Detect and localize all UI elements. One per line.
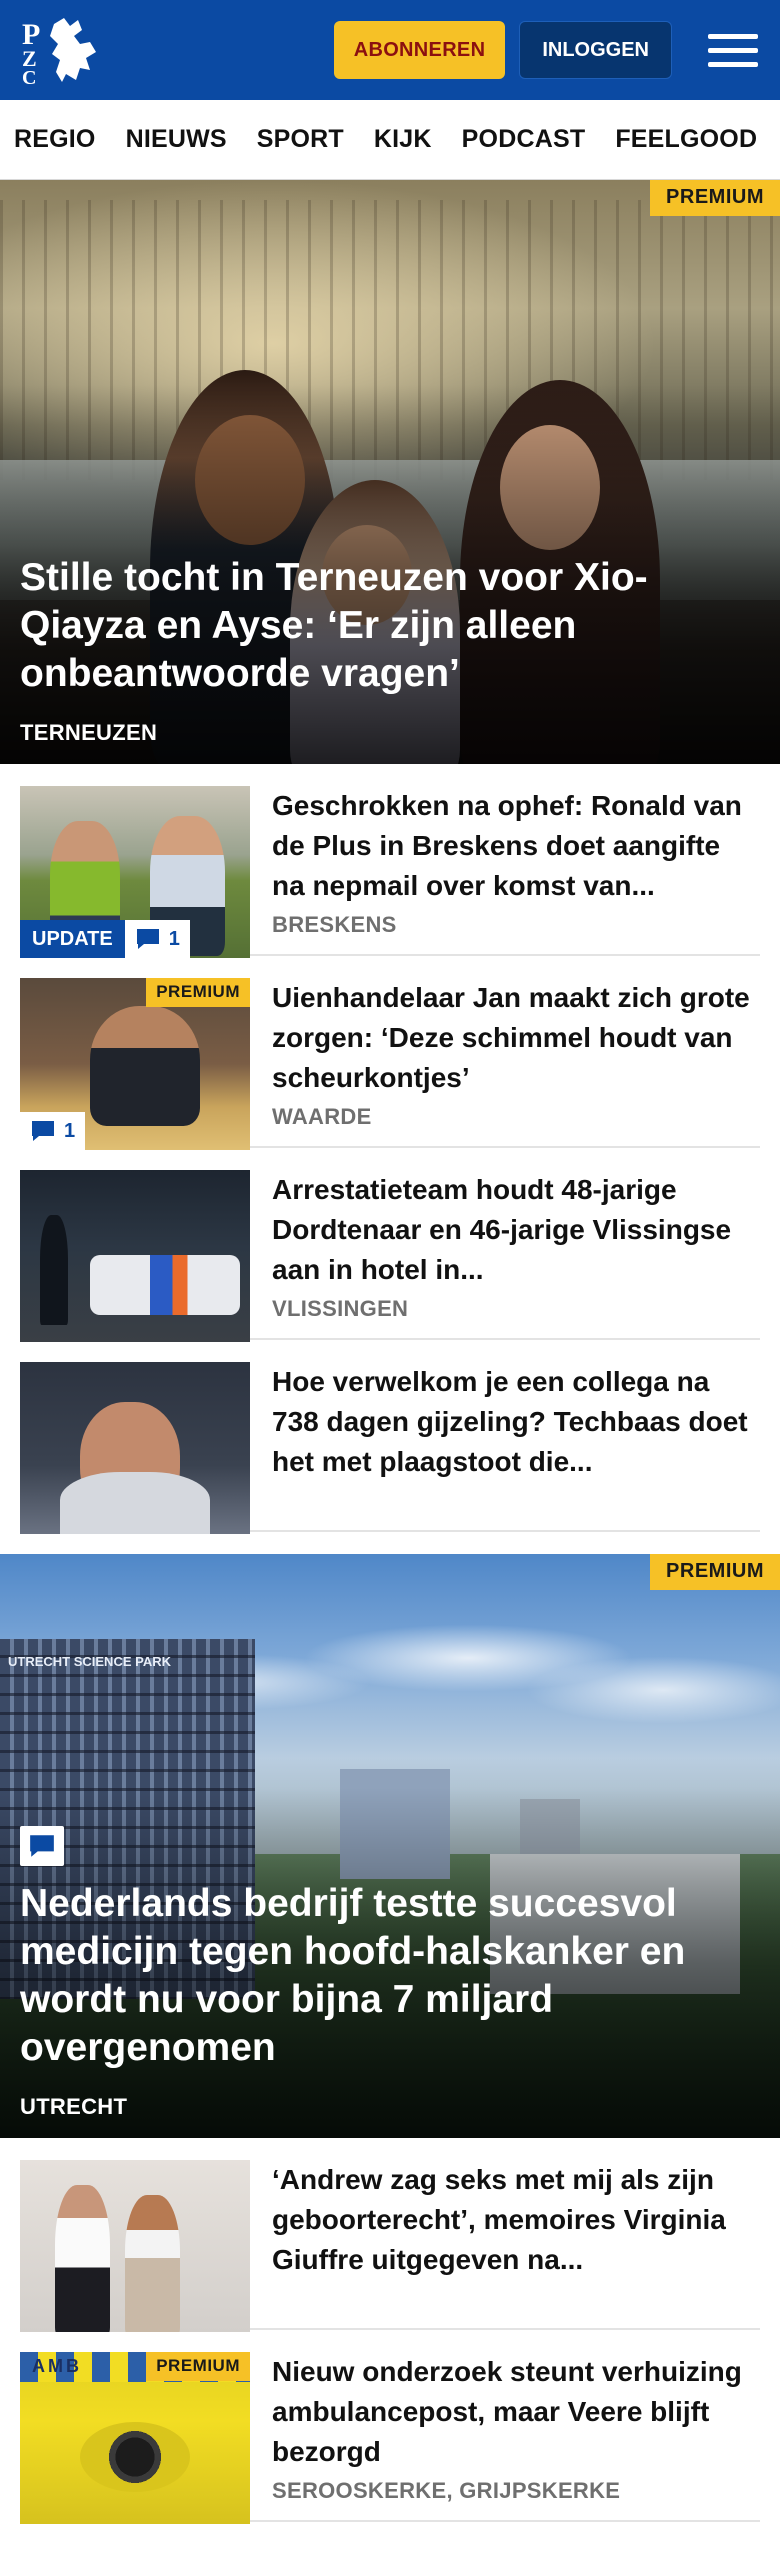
article-location: SEROOSKERKE, GRIJPSKERKE [272,2478,621,2503]
article-title[interactable]: Uienhandelaar Jan maakt zich grote zorge… [272,978,760,1098]
hero-location: UTRECHT [20,2094,128,2119]
article-title[interactable]: Geschrokken na ophef: Ronald van de Plus… [272,786,760,906]
article-location: BRESKENS [272,912,397,937]
hero-location: TERNEUZEN [20,720,158,745]
nav-item-sport[interactable]: SPORT [257,125,344,154]
pzc-logo[interactable]: P Z C [20,12,110,88]
comment-chip[interactable] [20,1826,64,1866]
article-title[interactable]: Nieuw onderzoek steunt verhuizing ambula… [272,2352,760,2472]
premium-badge: PREMIUM [650,1554,780,1590]
update-tag: UPDATE [20,920,125,958]
nav-item-kijk[interactable]: KIJK [374,125,432,154]
hamburger-menu-icon[interactable] [700,21,760,79]
hero-article-terneuzen[interactable]: PREMIUM Stille tocht in Terneuzen voor X… [0,180,780,764]
login-button[interactable]: INLOGGEN [519,21,672,79]
article-thumbnail[interactable] [20,1362,250,1534]
article-thumbnail[interactable]: AMB PREMIUM [20,2352,250,2524]
header-actions: ABONNEREN INLOGGEN [333,21,760,79]
comment-icon [136,929,159,949]
hero-title[interactable]: Nederlands bedrijf testte succesvol medi… [20,1880,760,2072]
subscribe-button[interactable]: ABONNEREN [333,21,506,79]
svg-text:C: C [22,67,36,86]
article-list: UPDATE 1 Geschrokken na ophef: Ronald va… [0,764,780,1534]
article-location: WAARDE [272,1104,372,1129]
comment-count-value: 1 [168,927,180,950]
comment-icon [32,1121,54,1141]
comment-count[interactable]: 1 [20,1112,86,1150]
article-list: ‘Andrew zag seks met mij als zijn geboor… [0,2138,780,2524]
list-item[interactable]: Hoe verwelkom je een collega na 738 dage… [20,1340,760,1534]
article-location: VLISSINGEN [272,1296,409,1321]
article-title[interactable]: Hoe verwelkom je een collega na 738 dage… [272,1362,760,1482]
list-item[interactable]: Arrestatieteam houdt 48-jarige Dordtenaa… [20,1148,760,1342]
list-item[interactable]: AMB PREMIUM Nieuw onderzoek steunt verhu… [20,2330,760,2524]
section-nav: REGIO NIEUWS SPORT KIJK PODCAST FEELGOOD… [0,100,780,180]
premium-badge: PREMIUM [146,2352,250,2381]
comment-icon [30,1835,54,1857]
premium-badge: PREMIUM [650,180,780,216]
nav-item-nieuws[interactable]: NIEUWS [126,125,227,154]
article-title[interactable]: ‘Andrew zag seks met mij als zijn geboor… [272,2160,760,2280]
hero-article-utrecht[interactable]: UTRECHT SCIENCE PARK PREMIUM Nederlands … [0,1554,780,2138]
nav-item-podcast[interactable]: PODCAST [462,125,586,154]
comment-count[interactable]: 1 [124,920,190,958]
list-item[interactable]: ‘Andrew zag seks met mij als zijn geboor… [20,2138,760,2332]
comment-count-value: 1 [64,1119,76,1142]
hero-title[interactable]: Stille tocht in Terneuzen voor Xio-Qiayz… [20,554,760,698]
article-thumbnail[interactable] [20,1170,250,1342]
site-header: P Z C ABONNEREN INLOGGEN [0,0,780,100]
article-thumbnail[interactable] [20,2160,250,2332]
building-sign: UTRECHT SCIENCE PARK [8,1654,171,1669]
premium-badge: PREMIUM [146,978,250,1007]
nav-item-regio[interactable]: REGIO [14,125,96,154]
article-title[interactable]: Arrestatieteam houdt 48-jarige Dordtenaa… [272,1170,760,1290]
list-item[interactable]: PREMIUM 1 Uienhandelaar Jan maakt zich g… [20,956,760,1150]
pzc-logo-icon: P Z C [22,18,96,86]
list-item[interactable]: UPDATE 1 Geschrokken na ophef: Ronald va… [20,764,760,958]
article-thumbnail[interactable]: PREMIUM 1 [20,978,250,1150]
nav-item-feelgood[interactable]: FEELGOOD [615,125,757,154]
article-thumbnail[interactable]: UPDATE 1 [20,786,250,958]
ambulance-text: AMB [32,2356,82,2376]
